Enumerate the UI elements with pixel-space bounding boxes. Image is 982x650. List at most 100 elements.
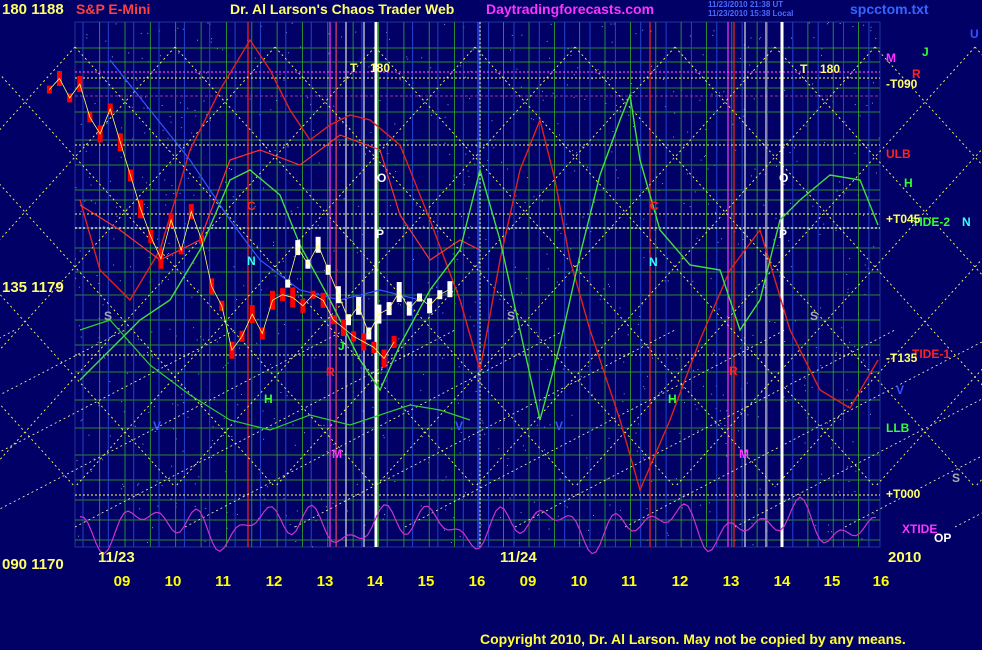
bg-dot [651,65,652,67]
bg-dot [187,177,189,179]
bg-dot [161,282,163,284]
bg-dot [628,114,630,116]
bg-dot [240,394,242,395]
bg-dot [445,509,447,511]
bg-dot [397,303,399,305]
bg-dot [372,406,374,408]
bg-dot [515,195,517,197]
bg-dot [180,102,181,104]
bg-dot [747,414,749,416]
bg-dot [777,245,779,246]
bg-dot [399,79,401,81]
bg-dot [565,347,567,349]
bg-dot [541,358,543,360]
bg-dot [635,432,637,434]
bg-dot [542,99,544,101]
bg-dot [827,531,829,533]
bg-dot [510,49,511,51]
diagonal-line [0,46,376,461]
bg-dot [601,322,603,324]
bg-dot [481,420,483,422]
bg-dot [847,288,849,290]
bg-dot [263,187,265,189]
bg-dot [433,144,435,146]
bg-dot [442,357,444,359]
bg-dot [132,138,134,140]
tide2-curve [79,92,879,421]
bg-dot [297,207,299,209]
bg-dot [848,481,850,482]
bg-dot [619,110,621,112]
bg-dot [526,277,528,279]
bg-dot [317,292,319,294]
bg-dot [153,406,155,408]
bg-dot [725,443,727,444]
bg-dot [211,38,212,40]
ulb-curve [79,134,481,261]
bg-dot [308,347,310,349]
diagonal-line [674,46,982,386]
bg-dot [739,58,741,59]
bg-dot [702,54,704,56]
marker-o: O [377,171,387,185]
bg-dot [444,529,445,531]
right-label-n: N [962,215,971,229]
bg-dot [90,470,92,472]
diagonal-line [954,512,982,528]
bg-dot [444,142,446,144]
bg-dot [165,194,167,196]
bg-dot [379,100,381,102]
bg-dot [875,38,877,39]
bg-dot [499,292,501,293]
bg-dot [475,391,477,392]
bg-dot [754,168,756,170]
bg-dot [805,390,807,392]
bg-dot [282,260,284,262]
bg-dot [177,404,179,406]
bg-dot [280,392,282,393]
bg-dot [198,289,200,291]
bg-dot [854,104,856,106]
bg-dot [165,204,167,206]
bg-dot [700,504,702,506]
bg-dot [784,341,786,342]
bg-dot [111,56,113,58]
bg-dot [236,299,238,300]
bg-dot [451,428,453,430]
bg-dot [191,132,193,134]
bg-dot [442,312,444,314]
x-tick: 15 [417,573,435,590]
bg-dot [312,129,314,131]
bg-dot [370,132,372,133]
bg-dot [854,152,856,154]
bg-dot [870,413,871,415]
bg-dot [172,403,174,405]
bg-dot [752,544,754,546]
bg-dot [694,404,696,406]
bg-dot [119,280,121,282]
bg-dot [676,358,678,360]
bg-dot [126,372,128,374]
bg-dot [296,278,298,280]
bg-dot [689,35,691,37]
bg-dot [788,240,790,242]
marker-m: M [332,447,342,461]
bg-dot [413,258,414,260]
x-tick: 10 [570,573,588,590]
bg-dot [619,307,621,309]
marker-r: R [729,364,738,378]
bg-dot [94,103,96,105]
bg-dot [854,346,856,348]
marker-s: S [810,309,819,323]
bg-dot [740,347,742,349]
bg-dot [709,511,711,513]
bg-dot [863,24,865,26]
bg-dot [237,404,239,406]
top-left-levels: 180 1188 [2,1,64,18]
bg-dot [608,437,610,439]
bg-dot [383,437,385,439]
bg-dot [557,229,559,231]
bg-dot [450,542,452,543]
bg-dot [233,266,235,268]
bg-dot [80,123,82,125]
